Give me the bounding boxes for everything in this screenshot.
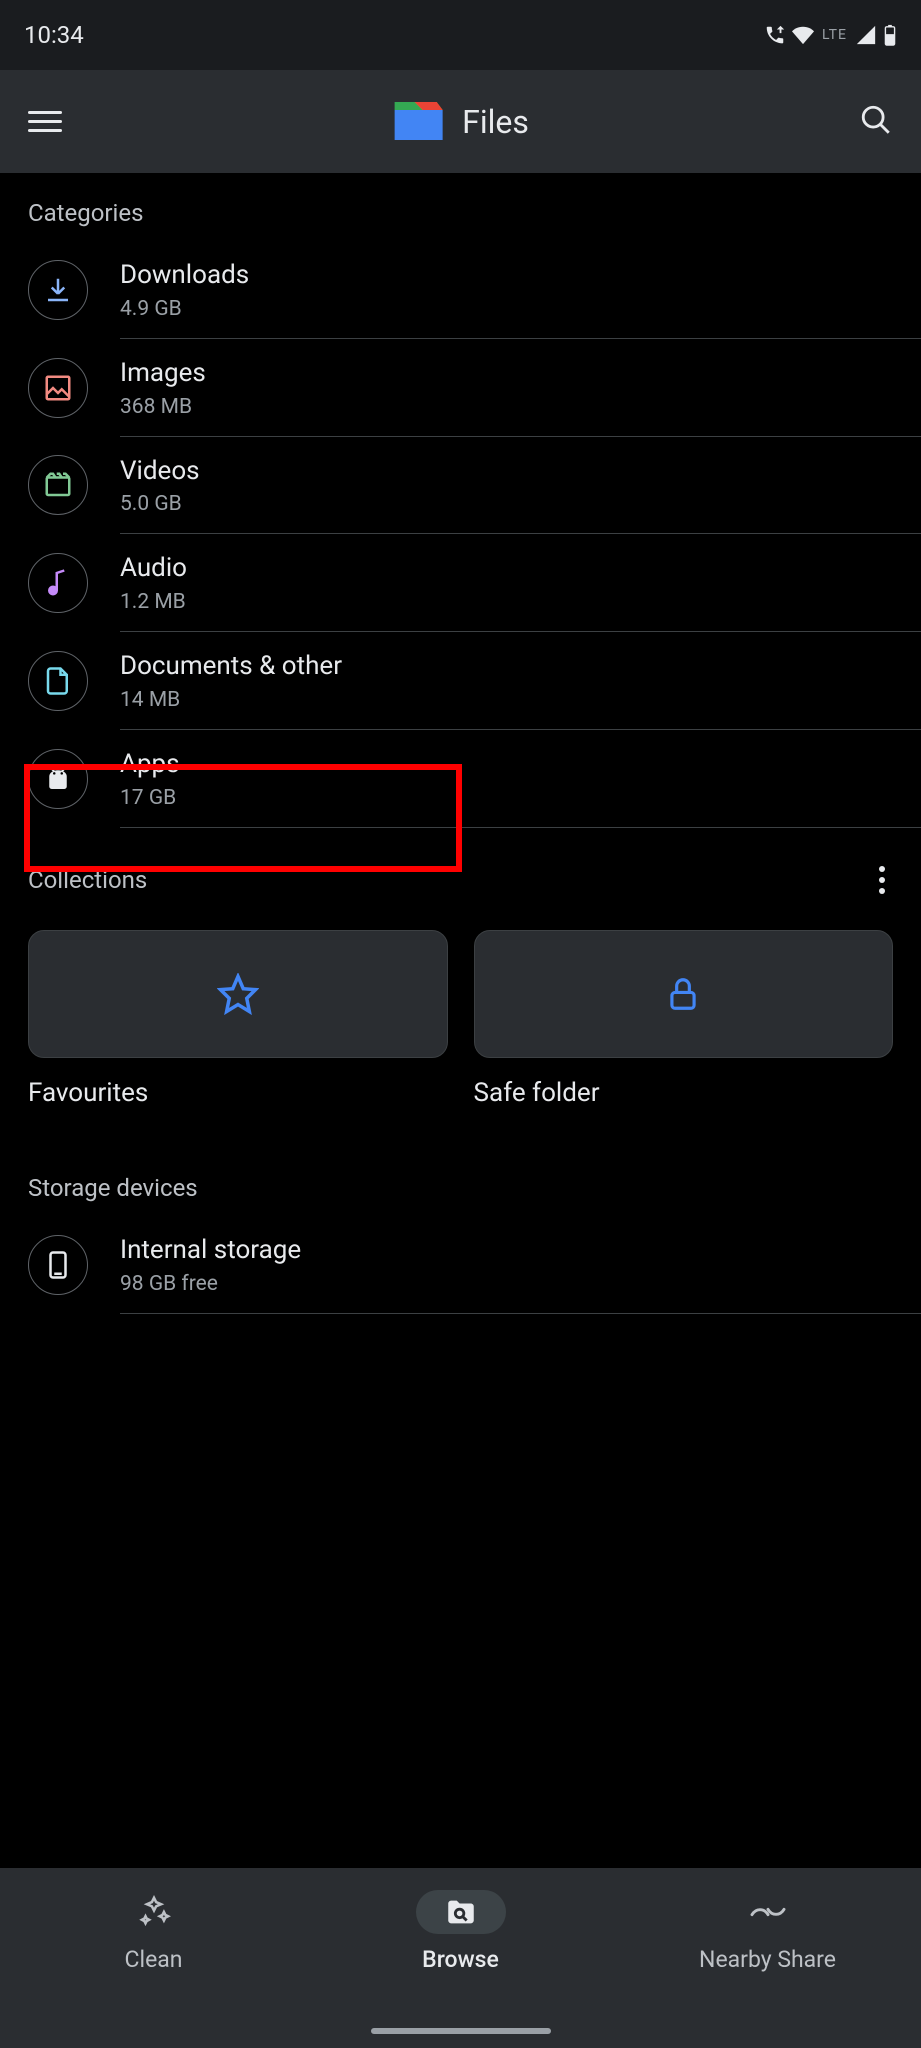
storage-internal[interactable]: Internal storage 98 GB free (0, 1216, 921, 1314)
category-label: Apps (120, 748, 180, 782)
storage-title: Storage devices (0, 1148, 921, 1216)
download-icon (43, 275, 73, 305)
nav-label: Clean (125, 1946, 183, 1973)
collection-safe-folder[interactable]: Safe folder (474, 930, 894, 1108)
android-icon (43, 764, 73, 794)
collection-label: Favourites (28, 1078, 448, 1108)
battery-icon (883, 24, 897, 46)
category-size: 4.9 GB (120, 297, 249, 321)
menu-button[interactable] (28, 111, 62, 132)
browse-icon (444, 1895, 478, 1929)
document-icon (43, 666, 73, 696)
category-audio[interactable]: Audio 1.2 MB (0, 534, 921, 632)
category-label: Images (120, 357, 206, 391)
lock-icon (664, 975, 702, 1013)
audio-icon (43, 568, 73, 598)
clean-icon (137, 1895, 171, 1929)
category-apps[interactable]: Apps 17 GB (0, 730, 921, 828)
status-bar: 10:34 LTE (0, 0, 921, 70)
status-icons: LTE (764, 24, 897, 46)
category-label: Documents & other (120, 650, 342, 684)
category-size: 1.2 MB (120, 590, 187, 614)
bottom-nav: Clean Browse Nearby Share (0, 1868, 921, 2048)
wifi-icon (792, 24, 814, 46)
network-label: LTE (822, 27, 847, 43)
category-label: Videos (120, 455, 200, 489)
category-videos[interactable]: Videos 5.0 GB (0, 437, 921, 535)
category-size: 17 GB (120, 786, 180, 810)
storage-sub: 98 GB free (120, 1272, 301, 1296)
phone-icon (43, 1250, 73, 1280)
category-size: 14 MB (120, 688, 342, 712)
status-time: 10:34 (24, 21, 84, 49)
search-button[interactable] (859, 103, 893, 141)
nav-clean[interactable]: Clean (0, 1890, 307, 1973)
signal-icon (855, 24, 877, 46)
category-downloads[interactable]: Downloads 4.9 GB (0, 241, 921, 339)
image-icon (43, 373, 73, 403)
categories-title: Categories (0, 173, 921, 241)
category-label: Audio (120, 552, 187, 586)
nav-label: Browse (422, 1946, 499, 1973)
collection-label: Safe folder (474, 1078, 894, 1108)
content: Categories Downloads 4.9 GB Images 368 M… (0, 173, 921, 1314)
star-icon (217, 973, 259, 1015)
collection-favourites[interactable]: Favourites (28, 930, 448, 1108)
app-title: Files (462, 103, 529, 141)
files-logo-icon (392, 102, 444, 142)
nav-label: Nearby Share (699, 1946, 836, 1973)
collections-title: Collections (28, 866, 147, 894)
collections-more-button[interactable] (871, 858, 893, 902)
category-size: 5.0 GB (120, 492, 200, 516)
search-icon (859, 103, 893, 137)
gesture-bar (371, 2028, 551, 2034)
category-images[interactable]: Images 368 MB (0, 339, 921, 437)
nav-nearby-share[interactable]: Nearby Share (614, 1890, 921, 1973)
category-label: Downloads (120, 259, 249, 293)
category-size: 368 MB (120, 395, 206, 419)
wifi-calling-icon (764, 24, 786, 46)
storage-label: Internal storage (120, 1234, 301, 1268)
app-bar: Files (0, 70, 921, 173)
nav-browse[interactable]: Browse (307, 1890, 614, 1973)
nearby-share-icon (748, 1895, 788, 1929)
video-icon (43, 470, 73, 500)
category-documents[interactable]: Documents & other 14 MB (0, 632, 921, 730)
